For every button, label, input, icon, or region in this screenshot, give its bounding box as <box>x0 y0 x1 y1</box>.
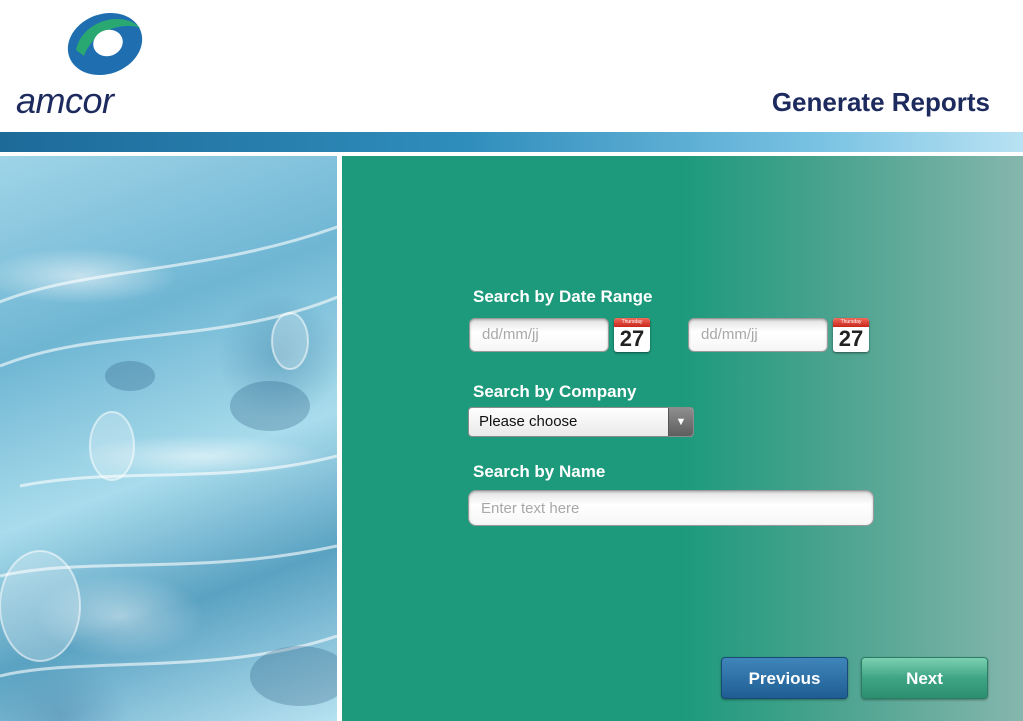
amcor-logo-icon <box>67 12 143 76</box>
chevron-down-icon[interactable]: ▼ <box>668 408 693 436</box>
from-calendar-icon[interactable]: Thursday 27 <box>614 318 650 352</box>
company-select-value: Please choose <box>479 413 578 430</box>
header-gradient-band <box>0 132 1023 152</box>
search-form-panel: Search by Date Range dd/mm/jj Thursday 2… <box>342 156 1023 721</box>
to-calendar-icon[interactable]: Thursday 27 <box>833 318 869 352</box>
glass-bottles-photo <box>0 156 337 721</box>
to-date-placeholder: dd/mm/jj <box>701 326 758 343</box>
header: amcor Generate Reports <box>0 0 1023 132</box>
from-date-field[interactable]: dd/mm/jj <box>469 318 609 352</box>
from-date-placeholder: dd/mm/jj <box>482 326 539 343</box>
previous-button[interactable]: Previous <box>721 657 848 699</box>
name-search-input[interactable]: Enter text here <box>468 490 874 526</box>
name-search-placeholder: Enter text here <box>481 500 580 517</box>
company-select[interactable]: Please choose ▼ <box>468 407 694 437</box>
company-label: Search by Company <box>473 382 637 401</box>
name-label: Search by Name <box>473 462 606 481</box>
date-range-label: Search by Date Range <box>473 287 653 306</box>
next-button[interactable]: Next <box>861 657 988 699</box>
to-date-field[interactable]: dd/mm/jj <box>688 318 828 352</box>
page-title: Generate Reports <box>771 87 990 117</box>
calendar-day: 27 <box>619 326 645 351</box>
calendar-day: 27 <box>838 326 864 351</box>
amcor-logo-text: amcor <box>16 80 114 121</box>
